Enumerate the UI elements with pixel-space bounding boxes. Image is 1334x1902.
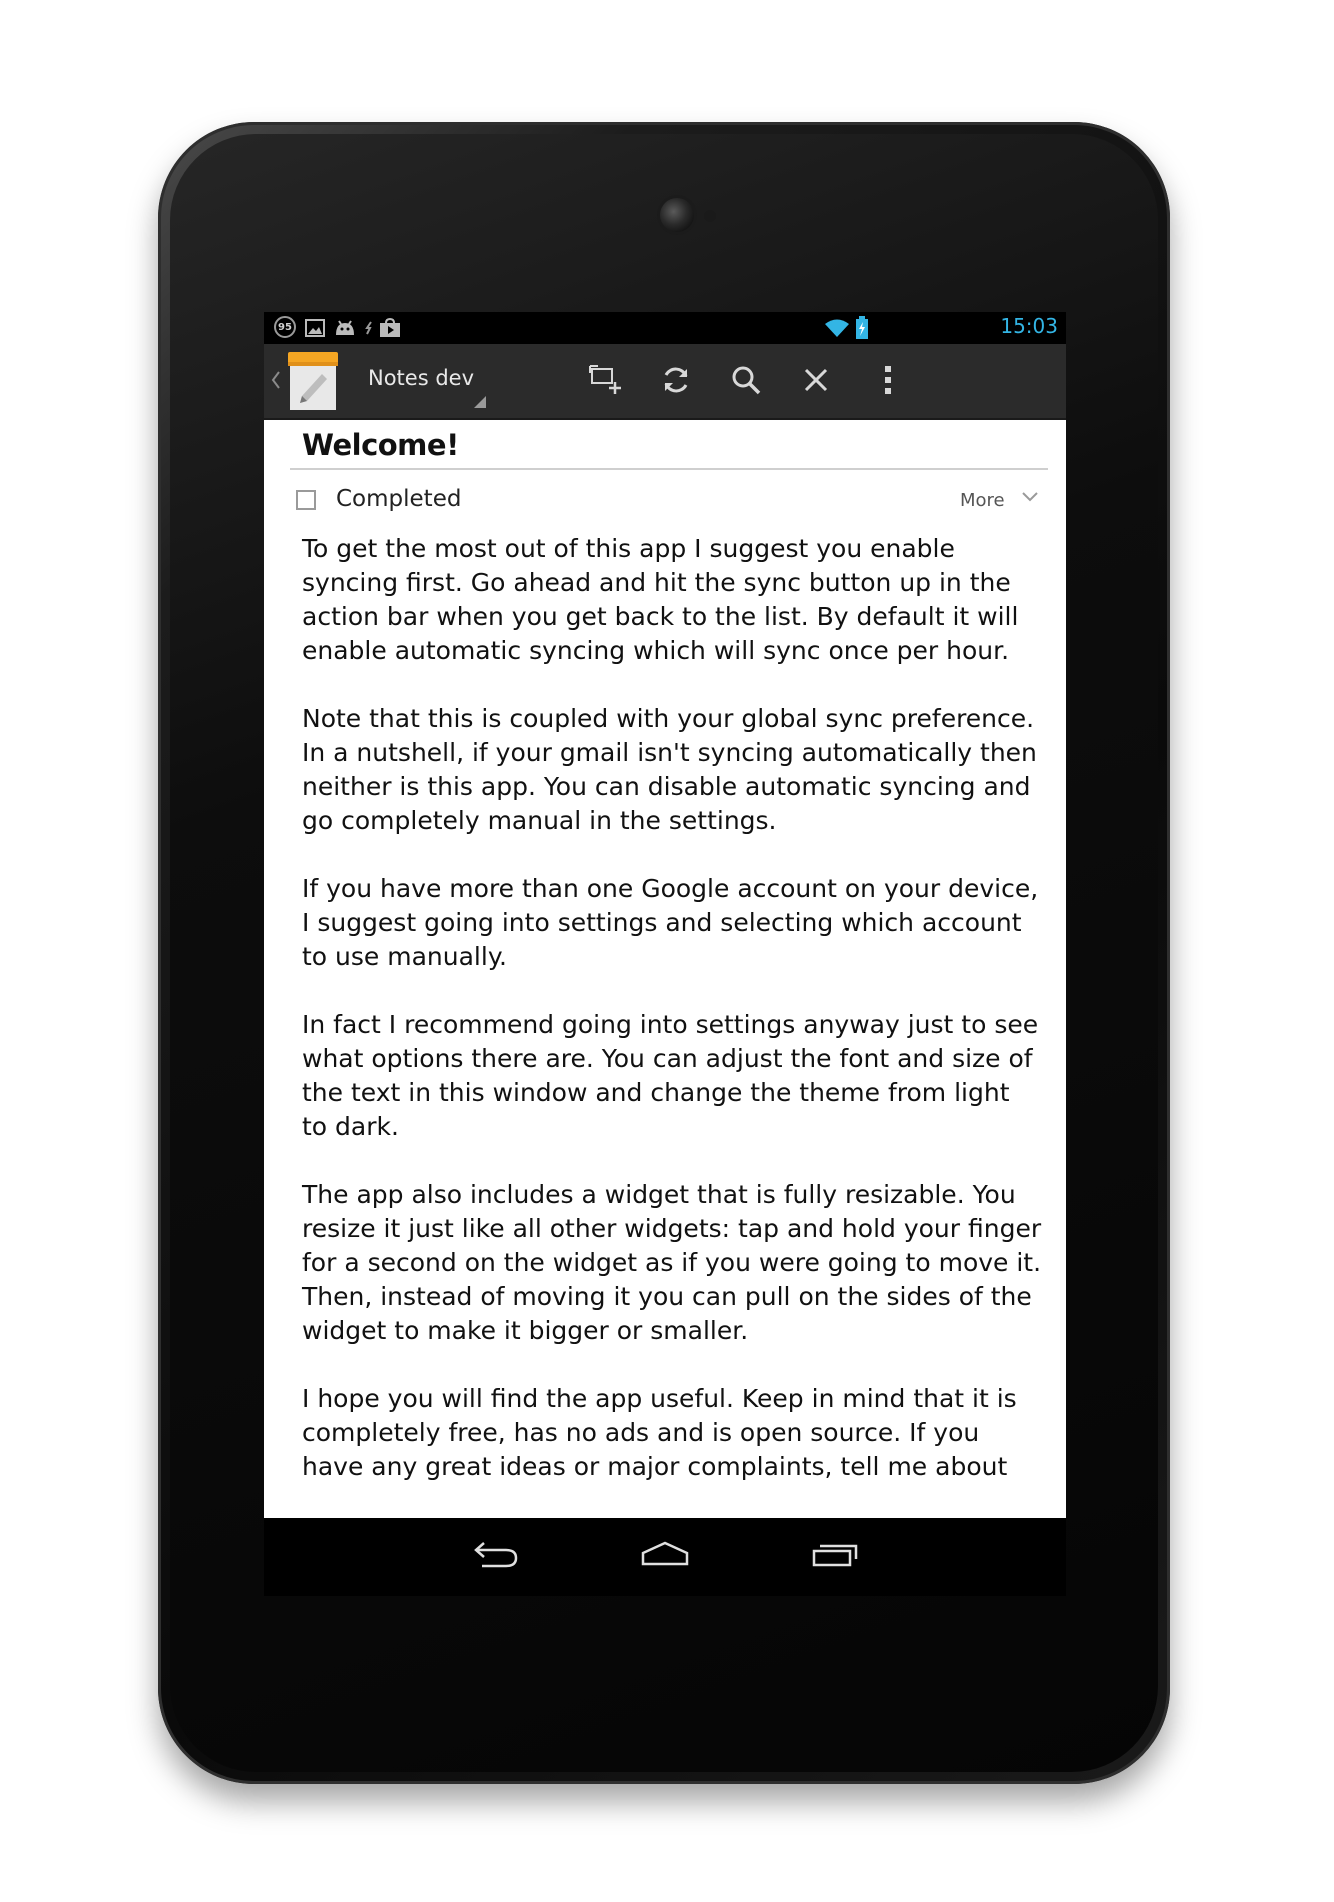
overflow-menu-icon (884, 365, 892, 400)
screen: 95 15:03 Notes dev Welcome! Completed Mo… (264, 312, 1066, 1596)
note-body-field[interactable]: To get the most out of this app I sugges… (302, 532, 1042, 1518)
note-paragraph: Note that this is coupled with your glob… (302, 704, 1037, 835)
sync-icon (660, 364, 692, 401)
status-clock: 15:03 (1000, 314, 1058, 338)
note-editor: Welcome! Completed More To get the most … (264, 420, 1066, 1518)
notification-count: 95 (278, 321, 292, 333)
home-icon (640, 1541, 690, 1572)
new-note-button[interactable] (576, 352, 636, 412)
nav-home-button[interactable] (620, 1526, 710, 1586)
front-camera (660, 198, 694, 232)
back-icon (472, 1539, 520, 1574)
completed-checkbox[interactable] (296, 490, 316, 510)
close-icon (803, 367, 829, 398)
action-bar-title[interactable]: Notes dev (368, 366, 474, 390)
sync-button[interactable] (646, 352, 706, 412)
note-title-field[interactable]: Welcome! (302, 428, 459, 462)
nav-recent-apps-button[interactable] (790, 1526, 880, 1586)
note-paragraph: To get the most out of this app I sugges… (302, 534, 1019, 665)
usb-icon (362, 316, 376, 340)
new-note-icon (589, 364, 623, 400)
completed-label[interactable]: Completed (336, 486, 461, 512)
wifi-icon (824, 316, 850, 340)
note-paragraph: If you have more than one Google account… (302, 874, 1039, 971)
search-icon (731, 365, 761, 400)
spinner-indicator-icon (474, 396, 486, 408)
android-icon (332, 316, 358, 340)
overflow-menu-button[interactable] (858, 352, 918, 412)
nav-back-button[interactable] (451, 1526, 541, 1586)
navigation-bar (264, 1518, 1066, 1596)
search-button[interactable] (716, 352, 776, 412)
note-paragraph: I hope you will find the app useful. Kee… (302, 1384, 1017, 1481)
notification-count-icon: 95 (274, 316, 296, 338)
note-paragraph: In fact I recommend going into settings … (302, 1010, 1039, 1141)
action-bar: Notes dev (264, 344, 1066, 420)
title-underline (290, 468, 1048, 470)
image-icon (304, 316, 326, 340)
notes-app-icon[interactable] (286, 350, 340, 412)
store-icon (378, 316, 402, 340)
back-chevron-icon[interactable] (268, 366, 284, 394)
battery-charging-icon (854, 316, 870, 340)
status-bar: 95 15:03 (264, 312, 1066, 344)
chevron-down-icon[interactable] (1020, 490, 1040, 504)
note-paragraph: The app also includes a widget that is f… (302, 1180, 1042, 1345)
light-sensor (704, 210, 716, 222)
recent-apps-icon (811, 1540, 859, 1573)
more-button[interactable]: More (960, 490, 1005, 511)
close-button[interactable] (786, 352, 846, 412)
